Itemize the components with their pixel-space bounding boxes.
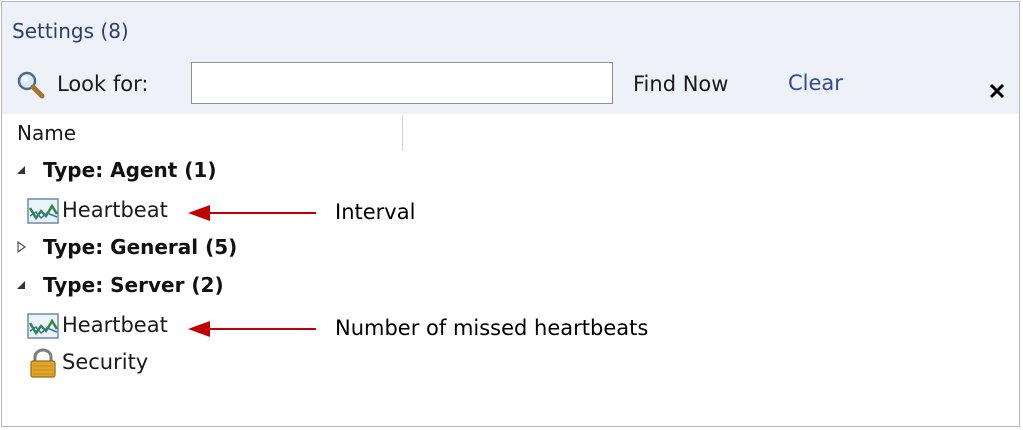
clear-link[interactable]: Clear xyxy=(788,71,843,95)
find-now-button[interactable]: Find Now xyxy=(633,72,728,96)
group-server[interactable]: Type: Server (2) xyxy=(2,271,402,301)
expanded-triangle-icon[interactable] xyxy=(15,164,27,176)
look-for-label: Look for: xyxy=(57,72,149,96)
list-item-server-security[interactable]: Security xyxy=(2,347,302,381)
annotation-arrow xyxy=(188,205,316,221)
group-label: Type: Agent (1) xyxy=(43,158,217,182)
annotation-interval: Interval xyxy=(335,200,416,224)
group-agent[interactable]: Type: Agent (1) xyxy=(2,156,402,186)
settings-pane: Settings (8) Look for: Find Now Clear Na… xyxy=(1,1,1020,427)
search-header: Settings (8) Look for: Find Now Clear xyxy=(2,2,1019,114)
column-header-name[interactable]: Name xyxy=(2,115,402,151)
group-label: Type: General (5) xyxy=(43,235,238,259)
annotation-missed-heartbeats: Number of missed heartbeats xyxy=(335,316,649,340)
item-label: Security xyxy=(62,350,149,374)
column-header-label: Name xyxy=(17,121,77,145)
item-label: Heartbeat xyxy=(62,198,168,222)
expanded-triangle-icon[interactable] xyxy=(15,279,27,291)
close-icon[interactable] xyxy=(988,82,1006,100)
column-divider[interactable] xyxy=(402,115,403,151)
lock-icon xyxy=(30,348,56,378)
item-label: Heartbeat xyxy=(62,313,168,337)
group-label: Type: Server (2) xyxy=(43,273,224,297)
group-general[interactable]: Type: General (5) xyxy=(2,233,402,263)
chart-icon xyxy=(27,313,59,339)
search-icon xyxy=(17,71,45,99)
search-input[interactable] xyxy=(191,62,613,104)
chart-icon xyxy=(27,198,59,224)
collapsed-triangle-icon[interactable] xyxy=(15,241,27,253)
annotation-arrow xyxy=(188,321,316,337)
pane-title: Settings (8) xyxy=(12,19,129,43)
